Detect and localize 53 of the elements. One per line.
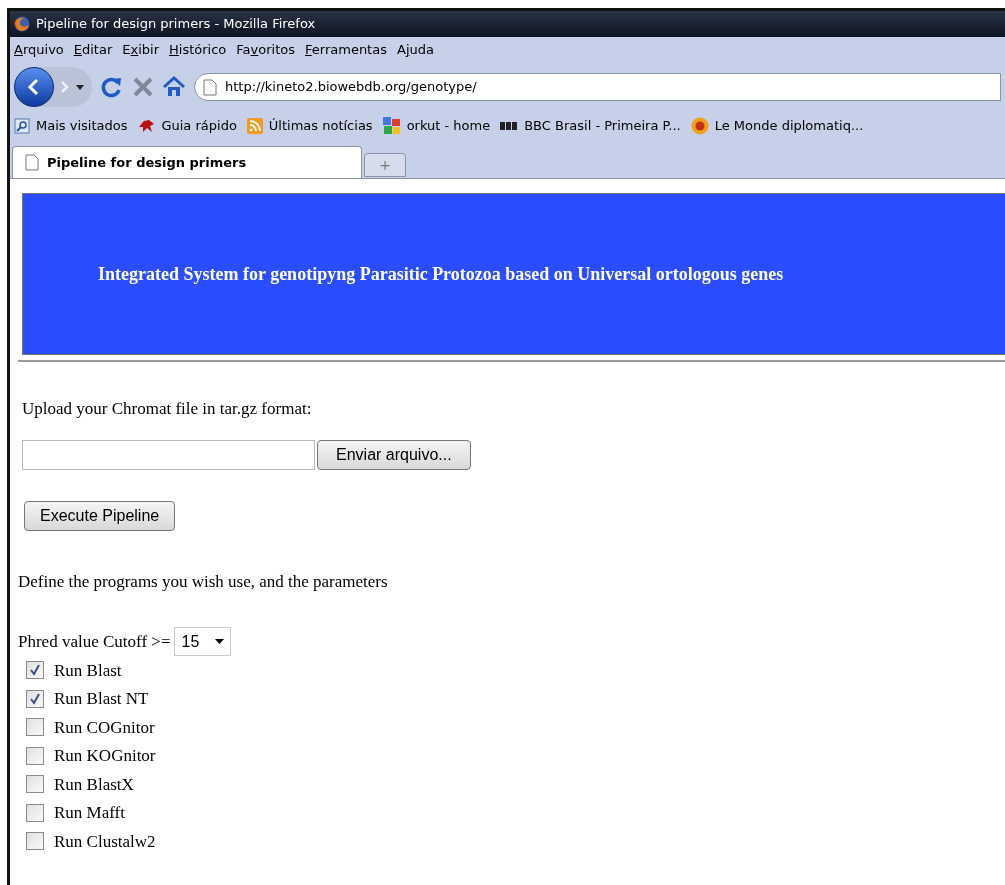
upload-button[interactable]: Enviar arquivo...: [317, 439, 471, 470]
search-icon: [14, 118, 30, 134]
check-icon: [29, 692, 41, 705]
option-label: Run COGnitor: [54, 716, 155, 739]
checkbox[interactable]: [26, 832, 44, 851]
colored-squares-icon: [382, 117, 401, 135]
blocks-icon: [500, 122, 519, 130]
checkbox[interactable]: [26, 803, 44, 822]
reload-icon[interactable]: [100, 75, 124, 99]
cutoff-dropdown[interactable]: 15: [174, 627, 232, 656]
option-label: Run KOGnitor: [54, 745, 156, 767]
banner-title: Integrated System for genotipyng Parasitic Protozoa based on Universal ortologous genes: [98, 262, 784, 286]
execute-pipeline-button[interactable]: Execute Pipeline: [24, 500, 176, 531]
phred-label: Phred value Cutoff >=: [18, 630, 171, 653]
back-forward-button[interactable]: [14, 67, 92, 107]
bookmark-link[interactable]: Mais visitados: [36, 116, 128, 136]
option-label: Run Blast NT: [54, 688, 149, 710]
option-label: Run Mafft: [54, 802, 125, 824]
bookmark-link[interactable]: Guia rápido: [161, 116, 237, 136]
menu-item[interactable]: Arquivo: [14, 40, 64, 60]
file-path-field[interactable]: [22, 439, 315, 470]
checkbox[interactable]: [26, 689, 44, 708]
caret-icon: [215, 639, 225, 644]
fox-globe-icon: [14, 16, 30, 32]
bookmark-link[interactable]: Le Monde diplomatiq...: [714, 116, 864, 136]
stop-icon[interactable]: [132, 76, 154, 98]
checkbox[interactable]: [26, 661, 44, 680]
option-label: Run BlastX: [54, 773, 134, 796]
address-field[interactable]: http://kineto2.biowebdb.org/genotype/: [194, 73, 1001, 101]
menu-item[interactable]: Exibir: [122, 40, 160, 60]
menu-item[interactable]: Ajuda: [396, 40, 434, 60]
window-title: Pipeline for design primers - Mozilla Firefox: [36, 15, 316, 34]
upload-label: Upload your Chromat file in tar.gz format:: [22, 398, 313, 420]
caret-icon: [76, 84, 84, 90]
bookmark-link[interactable]: Últimas notícias: [268, 116, 373, 136]
menu-item[interactable]: Favoritos: [236, 40, 295, 60]
checkbox[interactable]: [26, 718, 44, 737]
checkbox[interactable]: [26, 775, 44, 794]
option-label: Run Clustalw2: [54, 830, 156, 853]
checkbox[interactable]: [26, 746, 44, 765]
page-icon: [25, 154, 39, 171]
browser-tab[interactable]: Pipeline for design primers: [12, 146, 362, 178]
rss-icon: [246, 118, 263, 134]
bookmark-link[interactable]: orkut - home: [406, 116, 491, 136]
menu-item[interactable]: Ferramentas: [305, 40, 387, 60]
page-icon: [203, 78, 217, 96]
home-icon[interactable]: [162, 76, 186, 98]
menu-item[interactable]: Editar: [73, 40, 113, 60]
check-icon: [29, 664, 41, 677]
bookmark-link[interactable]: BBC Brasil - Primeira P...: [524, 116, 681, 136]
option-label: Run Blast: [54, 659, 122, 682]
programs-heading: Define the programs you wish use, and the parameters: [18, 570, 389, 593]
menu-item[interactable]: Histórico: [169, 40, 227, 60]
